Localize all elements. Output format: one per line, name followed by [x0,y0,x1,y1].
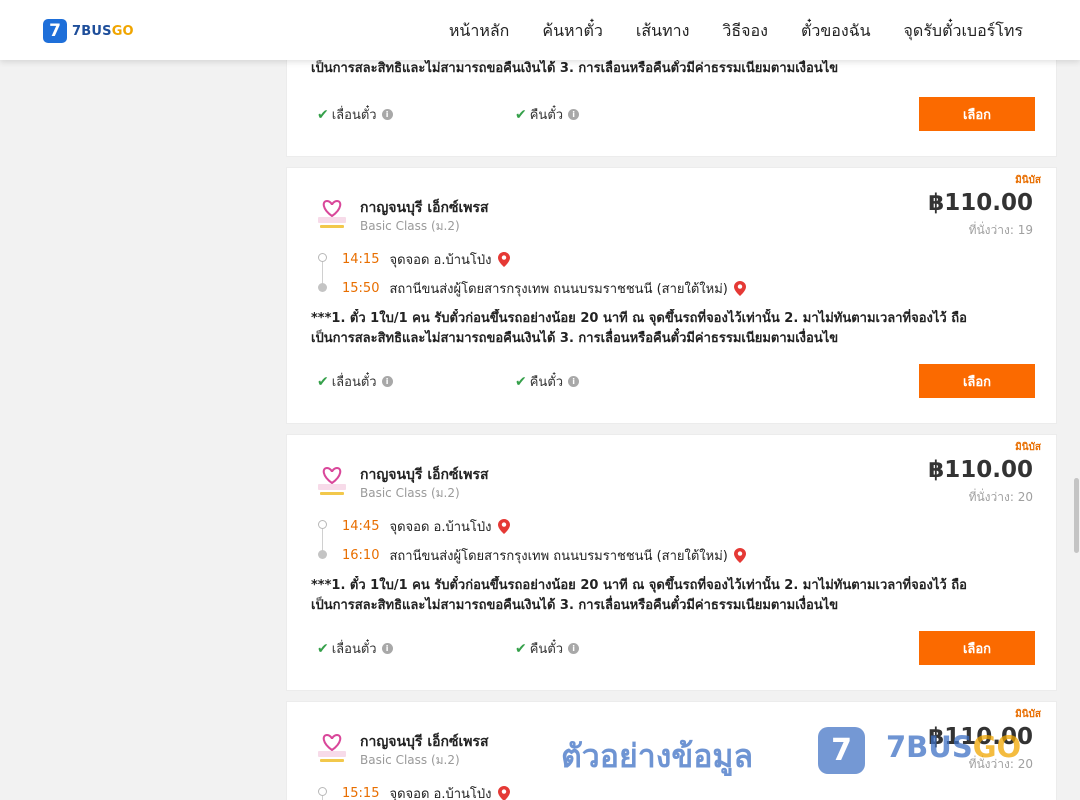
select-button[interactable]: เลือก [919,631,1035,665]
trip-note-line: เป็นการสละสิทธิและไม่สามารถขอคืนเงินได้ … [311,331,839,346]
departure-stop: 15:15 จุดจอด อ.บ้านโป่ง [342,783,510,800]
reschedule-label: เลื่อนตั๋ว [331,108,377,123]
check-icon: ✔ [317,640,329,657]
check-icon: ✔ [515,106,527,123]
timeline-origin-dot [318,520,327,529]
ticket-price: ฿110.00 [928,457,1033,483]
trip-note: ***1. ตั๋ว 1ใบ/1 คน รับตั๋วก่อนขึ้นรถอย่… [311,576,1011,616]
select-button[interactable]: เลือก [919,364,1035,398]
departure-stop: 14:15 จุดจอด อ.บ้านโป่ง [342,249,510,270]
vehicle-type-badge: มินิบัส [1015,709,1041,720]
arrival-time: 16:10 [342,548,380,563]
arrival-place: สถานีขนส่งผู้โดยสารกรุงเทพ ถนนบรมราชชนนี… [389,549,728,564]
map-pin-icon[interactable] [733,281,746,296]
arrival-stop: 15:50 สถานีขนส่งผู้โดยสารกรุงเทพ ถนนบรมร… [342,278,746,299]
map-pin-icon[interactable] [497,519,510,534]
nav-search-ticket[interactable]: ค้นหาตั๋ว [542,19,603,44]
departure-place: จุดจอด อ.บ้านโป่ง [389,787,492,800]
logo-badge: 7 [43,19,67,43]
departure-stop: 14:45 จุดจอด อ.บ้านโป่ง [342,516,510,537]
trip-note-line: เป็นการสละสิทธิและไม่สามารถขอคืนเงินได้ … [311,598,839,613]
trip-note-line: เป็นการสละสิทธิและไม่สามารถขอคืนเงินได้ … [311,61,839,76]
timeline-line [322,260,323,284]
seats-available: ที่นั่งว่าง: 20 [968,490,1033,504]
info-icon[interactable]: i [381,643,393,654]
bus-class: Basic Class (ม.2) [360,486,460,500]
vehicle-type-badge: มินิบัส [1015,442,1041,453]
nav-ticket-points[interactable]: จุดรับตั๋วเบอร์โทร [904,19,1023,44]
refund-option[interactable]: ✔ คืนตั๋ว i [515,104,580,125]
heart-logo-icon [318,733,346,762]
heart-logo-icon [318,466,346,495]
operator-name: กาญจนบุรี เอ็กซ์เพรส [360,200,489,216]
info-icon[interactable]: i [381,109,393,120]
timeline-origin-dot [318,787,327,796]
select-button[interactable]: เลือก [919,97,1035,131]
check-icon: ✔ [515,640,527,657]
check-icon: ✔ [317,106,329,123]
trip-note: เป็นการสละสิทธิและไม่สามารถขอคืนเงินได้ … [311,59,1011,79]
site-logo[interactable]: 7 7BUSGO [43,19,134,43]
departure-place: จุดจอด อ.บ้านโป่ง [389,520,492,535]
nav-my-tickets[interactable]: ตั๋วของฉัน [801,19,871,44]
departure-time: 15:15 [342,786,380,800]
ticket-price: ฿110.00 [928,190,1033,216]
refund-option[interactable]: ✔ คืนตั๋ว i [515,371,580,392]
check-icon: ✔ [317,373,329,390]
refund-option[interactable]: ✔ คืนตั๋ว i [515,638,580,659]
arrival-stop: 16:10 สถานีขนส่งผู้โดยสารกรุงเทพ ถนนบรมร… [342,545,746,566]
bus-class: Basic Class (ม.2) [360,219,460,233]
page-scrollbar[interactable] [1073,0,1080,800]
trip-note-line: ***1. ตั๋ว 1ใบ/1 คน รับตั๋วก่อนขึ้นรถอย่… [311,311,967,326]
reschedule-option[interactable]: ✔ เลื่อนตั๋ว i [317,638,393,659]
map-pin-icon[interactable] [497,252,510,267]
refund-label: คืนตั๋ว [529,642,564,657]
trip-note-line: ***1. ตั๋ว 1ใบ/1 คน รับตั๋วก่อนขึ้นรถอย่… [311,578,967,593]
info-icon[interactable]: i [381,376,393,387]
bus-class: Basic Class (ม.2) [360,753,460,767]
arrival-place: สถานีขนส่งผู้โดยสารกรุงเทพ ถนนบรมราชชนนี… [389,282,728,297]
heart-logo-icon [318,199,346,228]
nav-home[interactable]: หน้าหลัก [449,19,510,44]
refund-label: คืนตั๋ว [529,375,564,390]
arrival-time: 15:50 [342,281,380,296]
trip-card: มินิบัส กาญจนบุรี เอ็กซ์เพรส Basic Class… [286,167,1057,424]
watermark-logo-badge: 7 [818,727,865,774]
nav-how-to-book[interactable]: วิธีจอง [722,19,768,44]
nav-routes[interactable]: เส้นทาง [636,19,690,44]
reschedule-label: เลื่อนตั๋ว [331,375,377,390]
map-pin-icon[interactable] [733,548,746,563]
reschedule-label: เลื่อนตั๋ว [331,642,377,657]
operator-name: กาญจนบุรี เอ็กซ์เพรส [360,734,489,750]
refund-label: คืนตั๋ว [529,108,564,123]
seats-available: ที่นั่งว่าง: 19 [968,223,1033,237]
timeline-origin-dot [318,253,327,262]
operator-name: กาญจนบุรี เอ็กซ์เพรส [360,467,489,483]
reschedule-option[interactable]: ✔ เลื่อนตั๋ว i [317,104,393,125]
departure-time: 14:15 [342,252,380,267]
timeline-destination-dot [318,283,327,292]
vehicle-type-badge: มินิบัส [1015,175,1041,186]
scrollbar-thumb[interactable] [1074,478,1079,553]
check-icon: ✔ [515,373,527,390]
trip-note: ***1. ตั๋ว 1ใบ/1 คน รับตั๋วก่อนขึ้นรถอย่… [311,309,1011,349]
departure-time: 14:45 [342,519,380,534]
trip-card: มินิบัส กาญจนบุรี เอ็กซ์เพรส Basic Class… [286,434,1057,691]
main-nav: หน้าหลัก ค้นหาตั๋ว เส้นทาง วิธีจอง ตั๋วข… [416,19,1023,44]
map-pin-icon[interactable] [497,786,510,800]
watermark-text: ตัวอย่างข้อมูล [561,737,754,775]
watermark-brand: 7BUSGO [886,730,1022,764]
timeline-destination-dot [318,550,327,559]
info-icon[interactable]: i [568,109,580,120]
departure-place: จุดจอด อ.บ้านโป่ง [389,253,492,268]
top-header: 7 7BUSGO หน้าหลัก ค้นหาตั๋ว เส้นทาง วิธี… [0,0,1080,60]
reschedule-option[interactable]: ✔ เลื่อนตั๋ว i [317,371,393,392]
timeline-line [322,527,323,551]
logo-text: 7BUSGO [72,23,134,39]
info-icon[interactable]: i [568,376,580,387]
info-icon[interactable]: i [568,643,580,654]
